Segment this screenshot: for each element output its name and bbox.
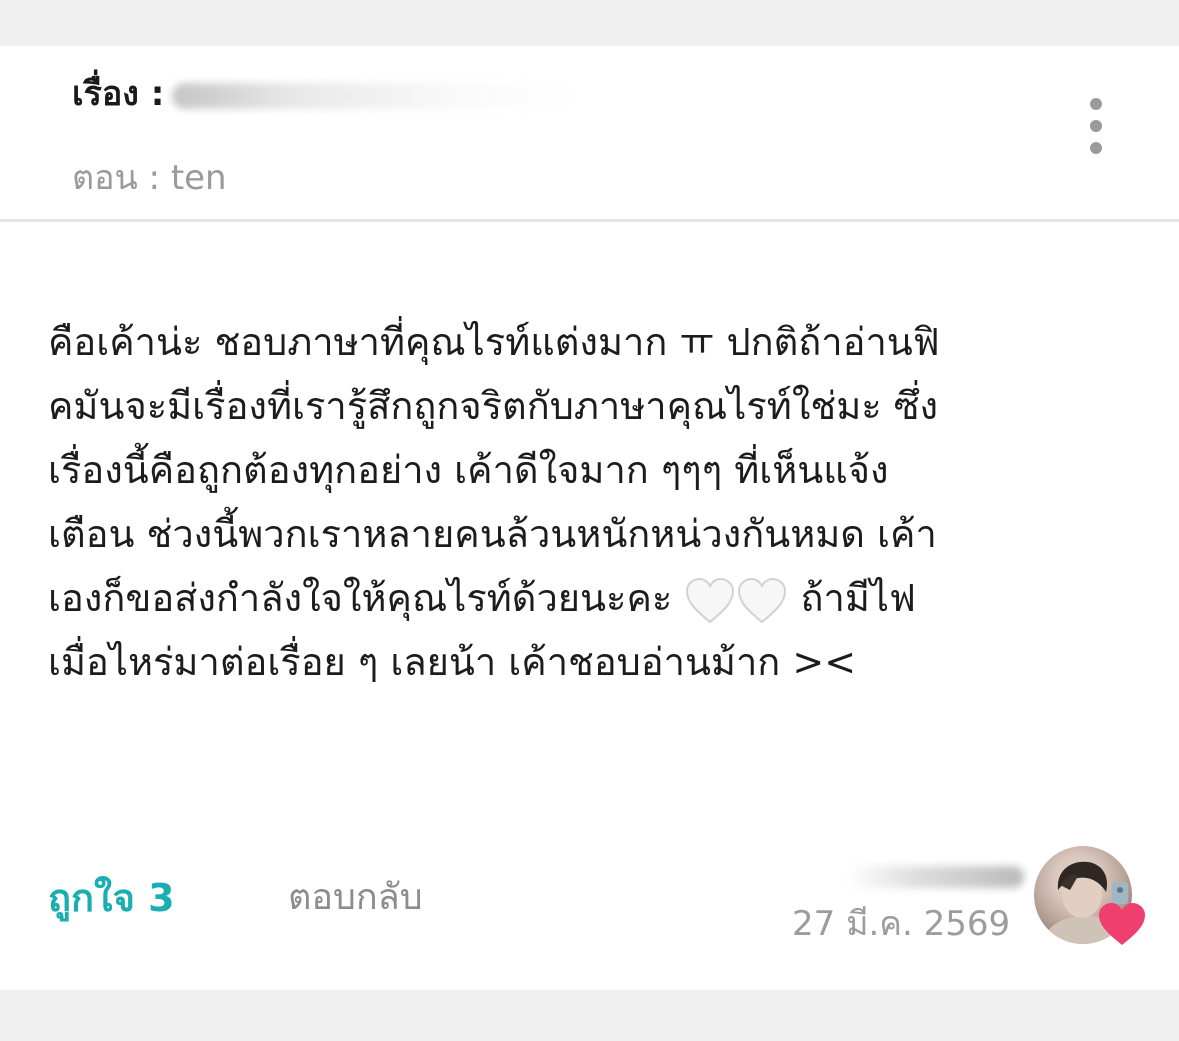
comment-line: เองก็ขอส่งกำลังใจให้คุณไรท์ด้วยนะคะ ถ้าม… [48,566,1108,630]
comment-line: คือเค้าน่ะ ชอบภาษาที่คุณไรท์แต่งมาก ㅠ ปก… [48,320,940,364]
kebab-menu-icon[interactable] [1080,98,1112,154]
comment-line: เรื่องนี้คือถูกต้องทุกอย่าง เค้าดีใจมาก … [48,448,889,492]
menu-dot [1090,98,1102,110]
comment-line: เตือน ช่วงนี้พวกเราหลายคนล้วนหนักหน่วงกั… [48,512,937,556]
episode-label[interactable]: ตอน : ten [72,156,227,200]
comment-date: 27 มี.ค. 2569 [792,904,1011,944]
pink-heart-icon [1096,900,1148,948]
comment-card: เรื่อง : ตอน : ten คือเค้าน่ะ ชอบภาษาที่… [0,46,1179,990]
comment-line: คมันจะมีเรื่องที่เรารู้สึกถูกจริตกับภาษา… [48,384,939,428]
blurred-story-name [172,82,583,109]
like-button[interactable]: ถูกใจ 3 [48,874,175,922]
menu-dot [1090,142,1102,154]
comment-line-part: เองก็ขอส่งกำลังใจให้คุณไรท์ด้วยนะคะ [48,576,673,620]
menu-dot [1090,120,1102,132]
comment-header: เรื่อง : ตอน : ten [0,46,1179,220]
header-divider [0,219,1179,222]
story-label: เรื่อง : [72,74,165,114]
reply-button[interactable]: ตอบกลับ [288,874,423,922]
white-heart-icon [736,576,788,626]
blurred-commenter-name [846,866,1024,888]
comment-line-part: ถ้ามีไฟ [800,576,916,620]
story-title[interactable]: เรื่อง : [72,72,583,116]
comment-line: เมื่อไหร่มาต่อเรื่อย ๆ เลยน้า เค้าชอบอ่า… [48,640,857,684]
comment-body: คือเค้าน่ะ ชอบภาษาที่คุณไรท์แต่งมาก ㅠ ปก… [48,310,1108,694]
white-heart-icon [684,576,736,626]
